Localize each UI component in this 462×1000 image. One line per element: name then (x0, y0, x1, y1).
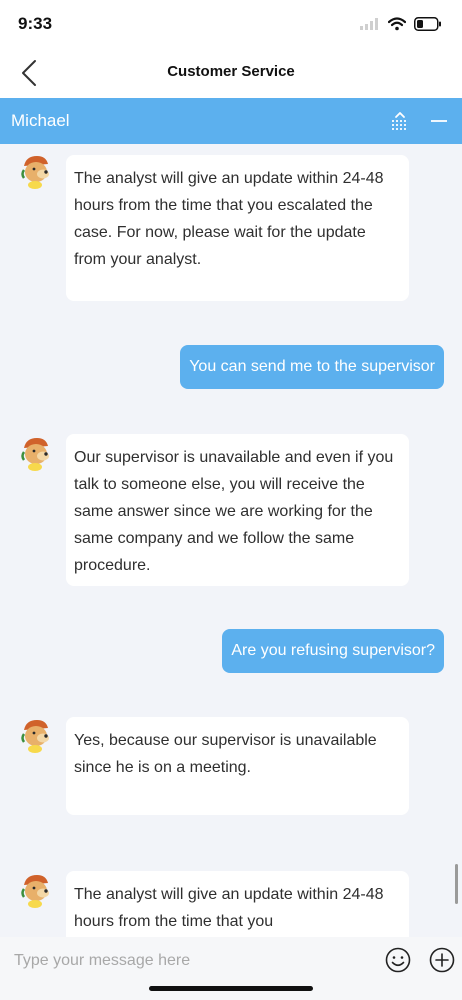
plus-circle-icon (429, 947, 455, 973)
status-time: 9:33 (18, 14, 53, 33)
dog-mascot-icon (18, 434, 56, 472)
sort-button[interactable] (389, 110, 411, 132)
status-bar: 9:33 (0, 0, 462, 48)
home-indicator (149, 986, 313, 991)
dog-mascot-icon (18, 716, 56, 754)
agent-message: Yes, because our supervisor is unavailab… (66, 717, 409, 815)
emoji-icon (385, 947, 411, 973)
sort-icon (392, 112, 408, 130)
scrollbar[interactable] (455, 864, 458, 904)
user-message: Are you refusing supervisor? (222, 629, 444, 673)
page-title: Customer Service (167, 63, 295, 80)
agent-message: Our supervisor is unavailable and even i… (66, 434, 409, 586)
nav-bar: Customer Service (0, 48, 462, 98)
status-icons (360, 15, 442, 33)
chat-area[interactable]: The analyst will give an update within 2… (0, 144, 462, 937)
dog-mascot-icon (18, 152, 56, 190)
agent-avatar (18, 716, 56, 754)
wifi-icon (388, 17, 406, 31)
signal-icon (360, 18, 378, 30)
agent-avatar (18, 434, 56, 472)
agent-message: The analyst will give an update within 2… (66, 155, 409, 301)
dog-mascot-icon (18, 871, 56, 909)
agent-avatar (18, 152, 56, 190)
user-message: You can send me to the supervisor (180, 345, 444, 389)
battery-icon (414, 17, 441, 31)
agent-header: Michael (0, 98, 462, 144)
minimize-icon (431, 120, 447, 122)
add-attachment-button[interactable] (429, 947, 455, 973)
agent-name: Michael (11, 111, 70, 130)
agent-message: The analyst will give an update within 2… (66, 871, 409, 937)
minimize-button[interactable] (428, 110, 450, 132)
message-input[interactable] (12, 945, 376, 977)
agent-avatar (18, 871, 56, 909)
emoji-button[interactable] (385, 947, 411, 973)
